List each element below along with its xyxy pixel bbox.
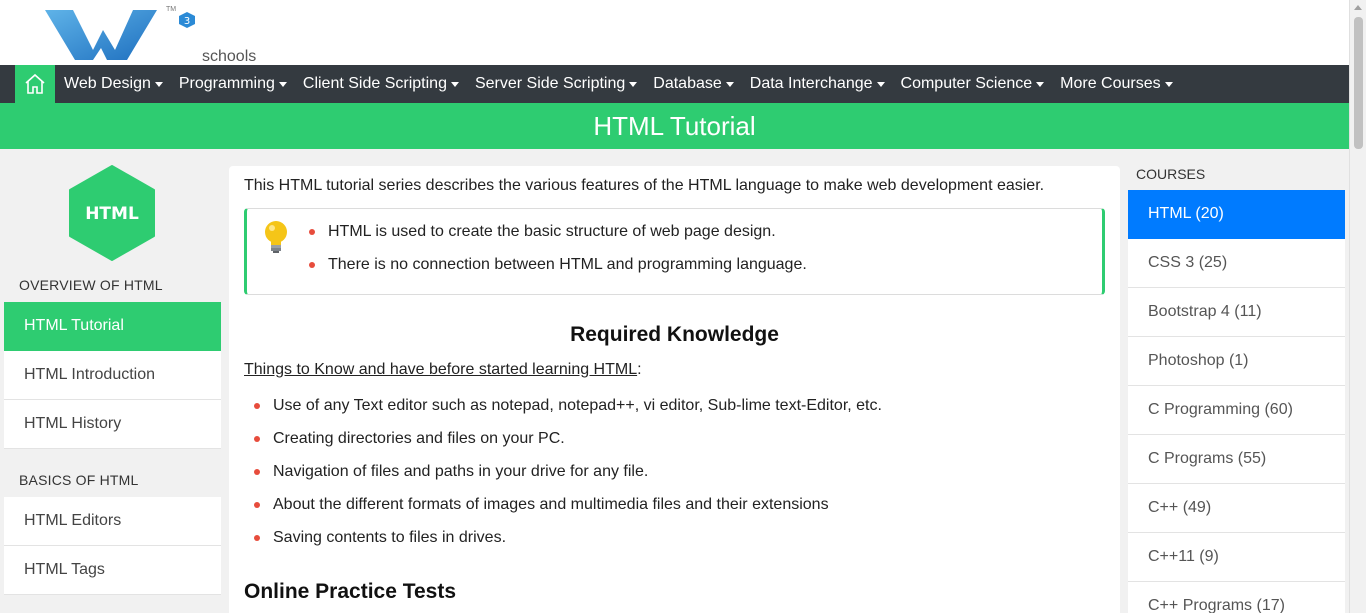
nav-menu: Web Design Programming Client Side Scrip…: [64, 65, 1189, 103]
nav-label: Data Interchange: [749, 75, 873, 92]
requirement-item: Saving contents to files in drives.: [254, 528, 882, 561]
section-title-basics: BASICS OF HTML: [19, 472, 139, 488]
course-item-cpp-programs[interactable]: C++ Programs (17): [1128, 582, 1345, 613]
page-scrollbar[interactable]: [1349, 0, 1366, 613]
caret-down-icon: [154, 81, 163, 87]
nav-label: More Courses: [1060, 75, 1161, 92]
page-banner: HTML Tutorial: [0, 103, 1349, 149]
tip-item: HTML is used to create the basic structu…: [309, 222, 807, 255]
things-suffix: :: [637, 361, 642, 378]
lightbulb-icon: [265, 221, 287, 253]
caret-down-icon: [725, 81, 734, 87]
course-item-bootstrap4[interactable]: Bootstrap 4 (11): [1128, 288, 1345, 337]
nav-item-database[interactable]: Database: [653, 75, 734, 93]
requirement-item: Navigation of files and paths in your dr…: [254, 462, 882, 495]
main-content: This HTML tutorial series describes the …: [229, 166, 1120, 613]
w3-logo-mark: [45, 10, 195, 60]
requirement-item: Use of any Text editor such as notepad, …: [254, 396, 882, 429]
caret-down-icon: [450, 81, 459, 87]
html-hexagon-logo: HTML: [69, 165, 155, 261]
svg-text:HTML: HTML: [85, 204, 139, 224]
home-icon: [25, 73, 45, 94]
home-button[interactable]: [15, 65, 55, 103]
course-item-html[interactable]: HTML (20): [1128, 190, 1345, 239]
caret-down-icon: [1036, 81, 1045, 87]
main-navbar: Web Design Programming Client Side Scrip…: [0, 65, 1349, 103]
nav-label: Computer Science: [900, 75, 1033, 92]
nav-label: Database: [653, 75, 722, 92]
sidebar-item-html-tags[interactable]: HTML Tags: [4, 546, 221, 595]
site-logo[interactable]: 3 TM schools: [45, 4, 256, 65]
requirement-item: About the different formats of images an…: [254, 495, 882, 528]
caret-down-icon: [629, 81, 638, 87]
section-title-overview: OVERVIEW OF HTML: [19, 277, 163, 293]
page-title: HTML Tutorial: [593, 110, 756, 141]
course-item-photoshop[interactable]: Photoshop (1): [1128, 337, 1345, 386]
nav-item-server-side-scripting[interactable]: Server Side Scripting: [474, 75, 638, 93]
scrollbar-thumb[interactable]: [1354, 17, 1363, 149]
nav-item-data-interchange[interactable]: Data Interchange: [750, 75, 885, 93]
course-item-css3[interactable]: CSS 3 (25): [1128, 239, 1345, 288]
tip-item: There is no connection between HTML and …: [309, 255, 807, 288]
tip-list: HTML is used to create the basic structu…: [309, 222, 807, 288]
tip-box: HTML is used to create the basic structu…: [244, 208, 1105, 295]
caret-down-icon: [278, 81, 287, 87]
required-knowledge-heading: Required Knowledge: [570, 323, 779, 346]
caret-down-icon: [1164, 81, 1173, 87]
nav-label: Client Side Scripting: [302, 75, 447, 92]
site-header: 3 TM schools: [0, 0, 1349, 65]
trademark-label: TM: [166, 6, 177, 13]
nav-item-computer-science[interactable]: Computer Science: [901, 75, 1045, 93]
intro-text: This HTML tutorial series describes the …: [244, 177, 1045, 194]
nav-label: Server Side Scripting: [474, 75, 626, 92]
sidebar-list-overview: HTML Tutorial HTML Introduction HTML His…: [4, 302, 221, 449]
nav-label: Web Design: [64, 75, 151, 92]
course-item-c-programming[interactable]: C Programming (60): [1128, 386, 1345, 435]
sidebar-list-basics: HTML Editors HTML Tags: [4, 497, 221, 595]
sidebar-item-html-editors[interactable]: HTML Editors: [4, 497, 221, 546]
svg-text:3: 3: [184, 16, 190, 27]
nav-item-web-design[interactable]: Web Design: [64, 75, 163, 93]
things-to-know-text: Things to Know and have before started l…: [244, 361, 642, 379]
caret-down-icon: [876, 81, 885, 87]
scroll-up-arrow-icon[interactable]: [1354, 5, 1362, 10]
online-practice-heading: Online Practice Tests: [244, 580, 457, 603]
courses-title: COURSES: [1136, 166, 1206, 182]
requirements-list: Use of any Text editor such as notepad, …: [254, 396, 882, 561]
nav-item-client-side-scripting[interactable]: Client Side Scripting: [303, 75, 459, 93]
things-to-know-link[interactable]: Things to Know and have before started l…: [244, 361, 637, 378]
logo-text: schools: [202, 48, 257, 65]
course-item-cpp[interactable]: C++ (49): [1128, 484, 1345, 533]
course-list: HTML (20) CSS 3 (25) Bootstrap 4 (11) Ph…: [1128, 190, 1345, 613]
nav-item-programming[interactable]: Programming: [179, 75, 287, 93]
sidebar-item-html-introduction[interactable]: HTML Introduction: [4, 351, 221, 400]
sidebar-item-html-tutorial[interactable]: HTML Tutorial: [4, 302, 221, 351]
course-item-cpp11[interactable]: C++11 (9): [1128, 533, 1345, 582]
requirement-item: Creating directories and files on your P…: [254, 429, 882, 462]
nav-label: Programming: [178, 75, 275, 92]
sidebar-item-html-history[interactable]: HTML History: [4, 400, 221, 449]
course-item-c-programs[interactable]: C Programs (55): [1128, 435, 1345, 484]
nav-item-more-courses[interactable]: More Courses: [1060, 75, 1173, 93]
w3-badge-icon: 3: [179, 12, 195, 28]
